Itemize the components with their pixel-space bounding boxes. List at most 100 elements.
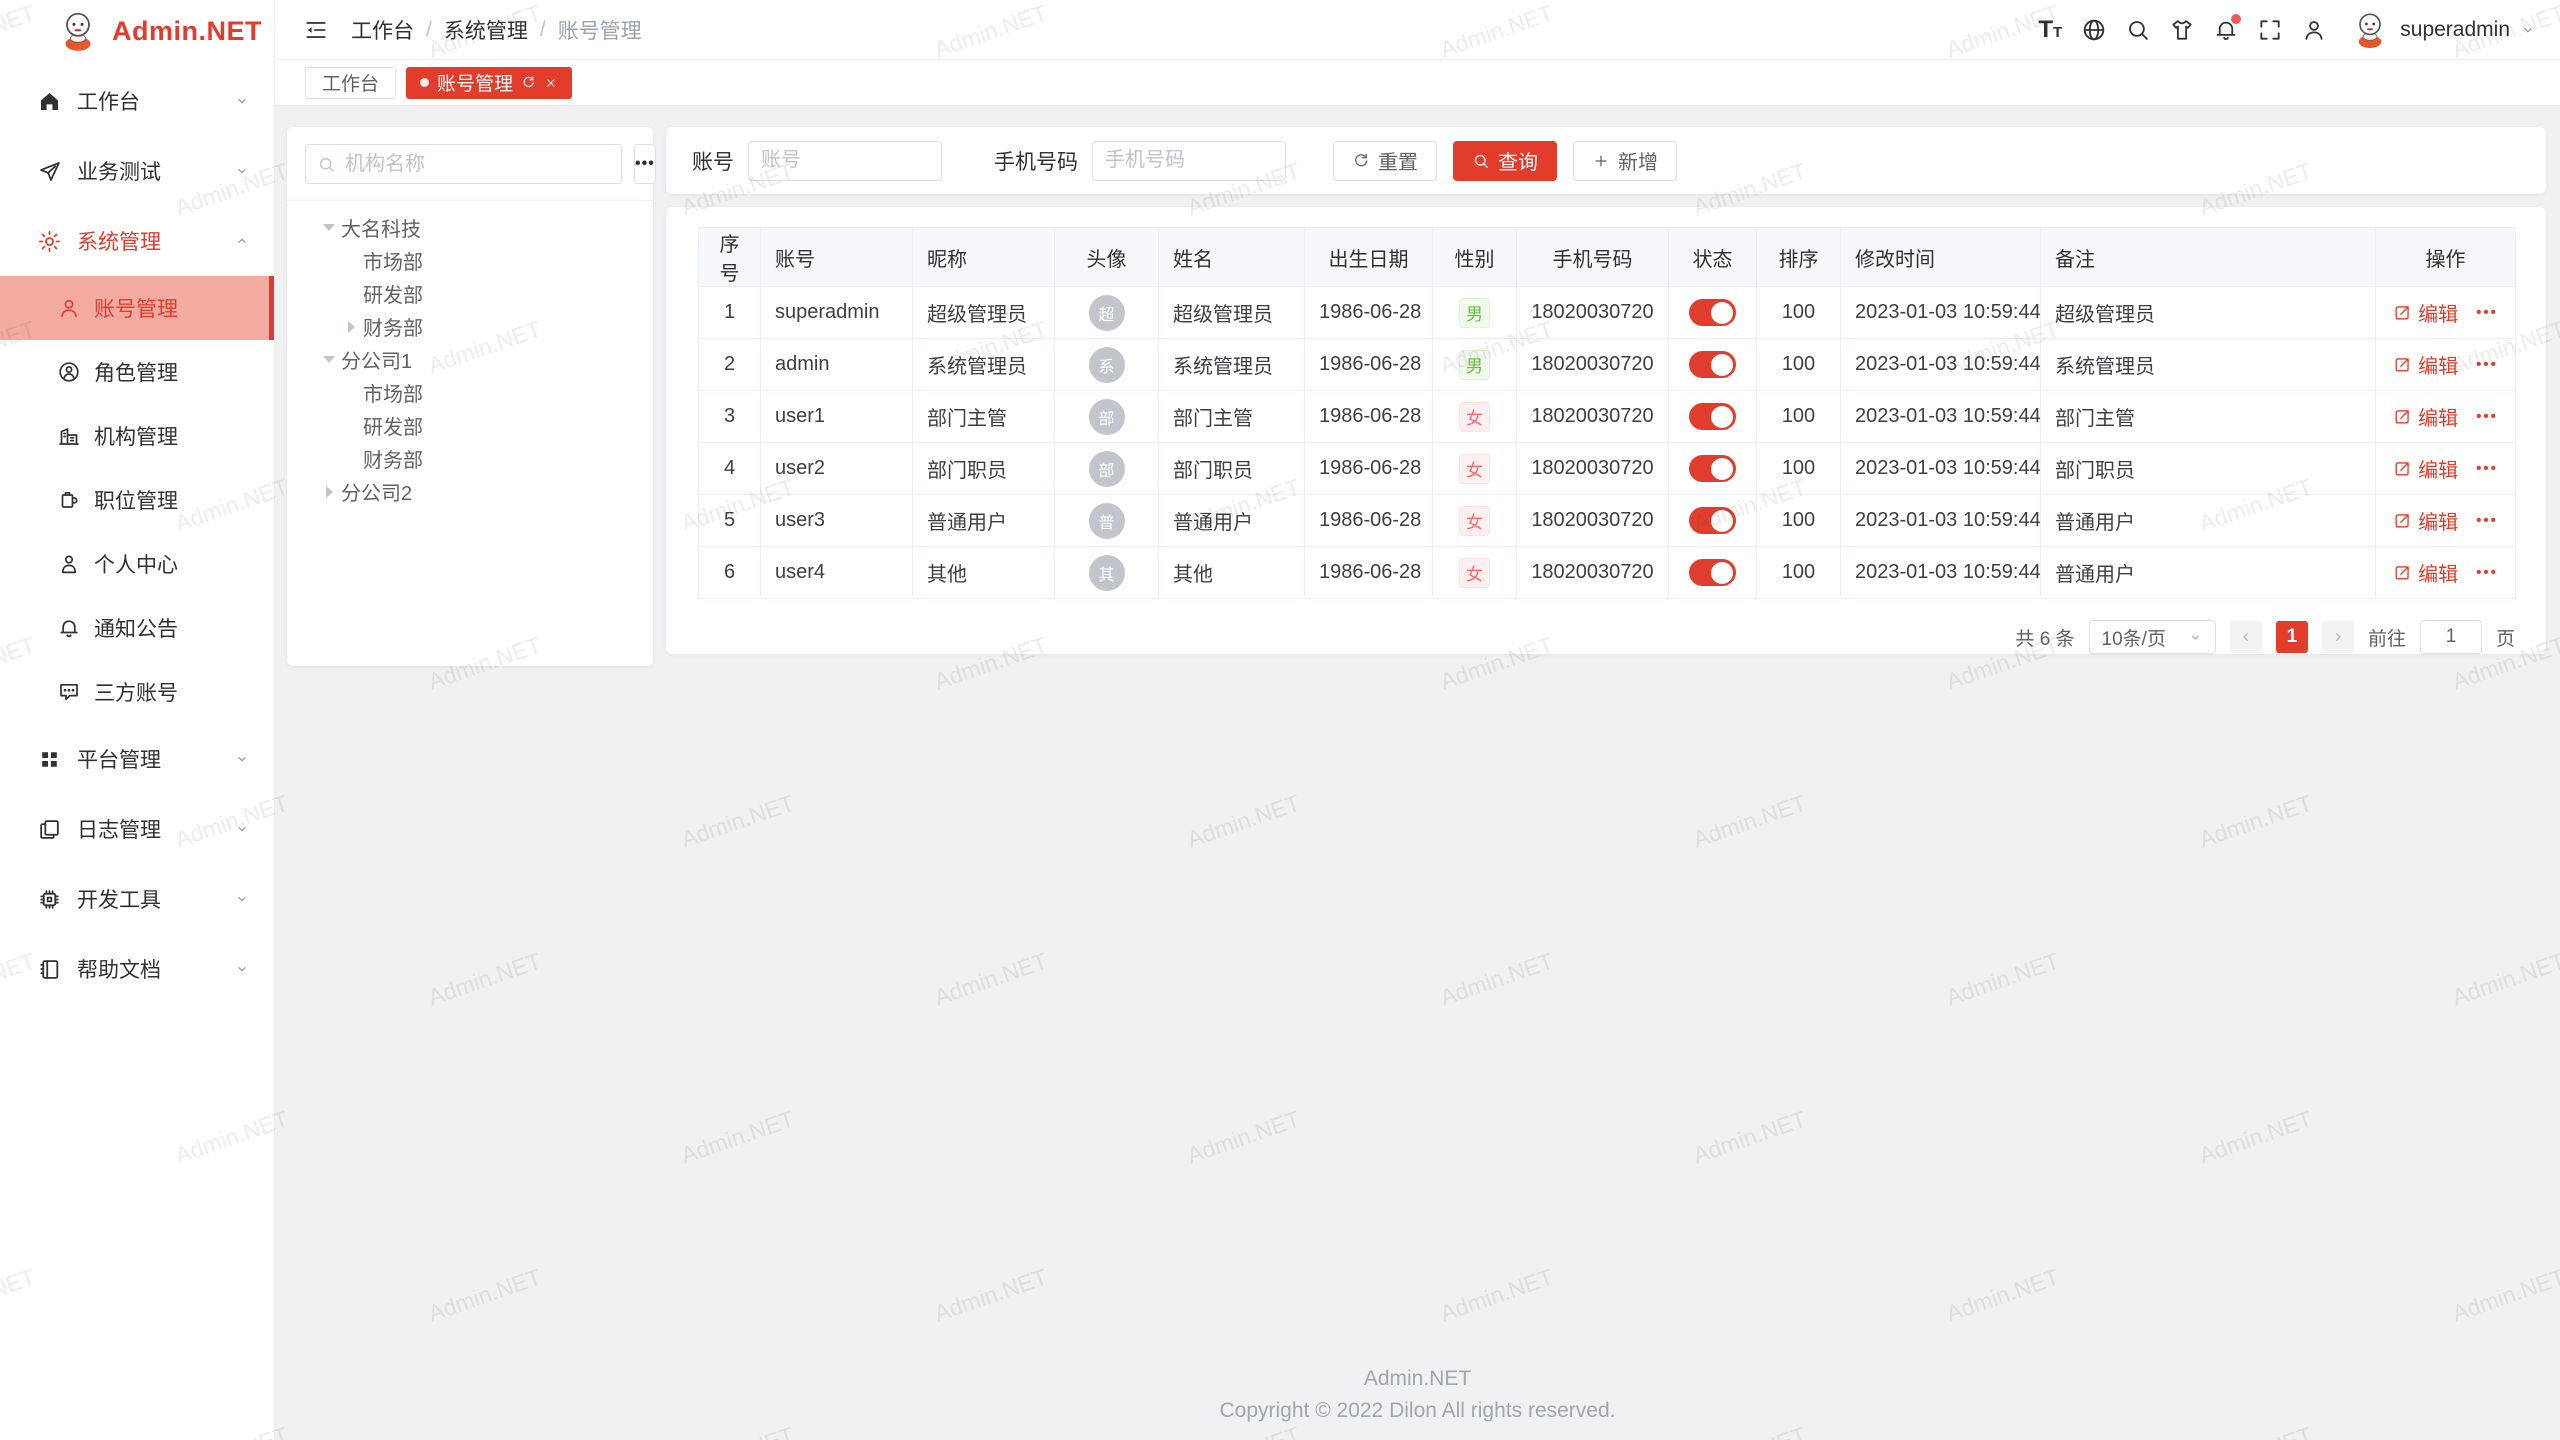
reset-button[interactable]: 重置 — [1333, 141, 1437, 181]
cell-status — [1669, 339, 1757, 391]
cell-gender: 女 — [1433, 547, 1517, 599]
edit-button[interactable]: 编辑 — [2393, 402, 2458, 431]
status-toggle[interactable] — [1689, 299, 1736, 326]
sidebar-item-third-account[interactable]: 三方账号 — [0, 660, 274, 724]
tree-node[interactable]: 研发部 — [305, 277, 635, 310]
tree-node[interactable]: 分公司1 — [305, 343, 635, 376]
more-actions-button[interactable]: ••• — [2476, 304, 2498, 321]
cell-account: user3 — [761, 495, 913, 547]
close-icon[interactable] — [544, 76, 558, 90]
sidebar-item-platform-mgmt[interactable]: 平台管理 — [0, 724, 274, 794]
notification-button[interactable] — [2204, 8, 2248, 52]
org-name-field[interactable] — [345, 153, 610, 176]
org-search-input[interactable] — [305, 144, 622, 184]
tree-caret-right-icon[interactable] — [339, 321, 363, 333]
breadcrumb-item[interactable]: 系统管理 — [444, 15, 528, 45]
cell-remark: 超级管理员 — [2041, 287, 2376, 339]
breadcrumb-separator: / — [540, 18, 546, 42]
operation-buttons: 编辑 ••• — [2393, 454, 2498, 483]
sidebar-item-account-mgmt[interactable]: 账号管理 — [0, 276, 274, 340]
cpu-icon — [37, 887, 62, 912]
operation-buttons: 编辑 ••• — [2393, 402, 2498, 431]
cell-operation: 编辑 ••• — [2376, 287, 2516, 339]
tree-caret-right-icon[interactable] — [317, 486, 341, 498]
cell-account: user1 — [761, 391, 913, 443]
edit-label: 编辑 — [2418, 350, 2458, 379]
breadcrumb-item: 账号管理 — [558, 15, 642, 45]
sidebar-item-notice[interactable]: 通知公告 — [0, 596, 274, 660]
refresh-icon[interactable] — [521, 75, 536, 90]
cell-phone: 18020030720 — [1517, 547, 1669, 599]
sidebar-item-org-mgmt[interactable]: 机构管理 — [0, 404, 274, 468]
footer-copyright: Copyright © 2022 Dilon All rights reserv… — [275, 1395, 2560, 1428]
search-button[interactable]: 查询 — [1453, 141, 1557, 181]
tab-workbench[interactable]: 工作台 — [305, 67, 396, 99]
edit-button[interactable]: 编辑 — [2393, 350, 2458, 379]
status-toggle[interactable] — [1689, 507, 1736, 534]
tree-node[interactable]: 市场部 — [305, 244, 635, 277]
sidebar-item-position-mgmt[interactable]: 职位管理 — [0, 468, 274, 532]
language-button[interactable] — [2072, 8, 2116, 52]
sidebar-item-help-docs[interactable]: 帮助文档 — [0, 934, 274, 1004]
page-size-select[interactable]: 10条/页 — [2089, 620, 2216, 654]
more-actions-button[interactable]: ••• — [2476, 512, 2498, 529]
logo[interactable]: Admin.NET — [0, 0, 274, 62]
prev-page-button[interactable] — [2230, 621, 2262, 653]
more-actions-button[interactable]: ••• — [2476, 564, 2498, 581]
cell-avatar: 其 — [1055, 547, 1159, 599]
collapse-sidebar-icon[interactable] — [303, 17, 329, 43]
tree-node[interactable]: 市场部 — [305, 376, 635, 409]
sidebar-item-dev-tools[interactable]: 开发工具 — [0, 864, 274, 934]
sidebar-item-label: 职位管理 — [94, 485, 178, 515]
more-actions-button[interactable]: ••• — [2476, 460, 2498, 477]
status-toggle[interactable] — [1689, 455, 1736, 482]
status-toggle[interactable] — [1689, 559, 1736, 586]
sidebar-item-role-mgmt[interactable]: 角色管理 — [0, 340, 274, 404]
cell-name: 部门主管 — [1159, 391, 1305, 443]
more-actions-button[interactable]: ••• — [2476, 408, 2498, 425]
search-button[interactable] — [2116, 8, 2160, 52]
cell-name: 其他 — [1159, 547, 1305, 599]
phone-input[interactable] — [1092, 141, 1286, 181]
cell-gender: 女 — [1433, 391, 1517, 443]
edit-button[interactable]: 编辑 — [2393, 506, 2458, 535]
tree-caret-down-icon[interactable] — [317, 356, 341, 363]
cell-nickname: 其他 — [913, 547, 1055, 599]
edit-icon — [2393, 459, 2412, 478]
cell-modified-time: 2023-01-03 10:59:44 — [1841, 391, 2041, 443]
goto-page-input[interactable] — [2420, 620, 2482, 654]
user-menu[interactable]: superadmin — [2350, 10, 2536, 50]
status-toggle[interactable] — [1689, 351, 1736, 378]
sidebar-item-profile-center[interactable]: 个人中心 — [0, 532, 274, 596]
account-input[interactable] — [748, 141, 942, 181]
tree-node[interactable]: 大名科技 — [305, 211, 635, 244]
font-size-button[interactable]: TT — [2028, 8, 2072, 52]
profile-button[interactable] — [2292, 8, 2336, 52]
edit-button[interactable]: 编辑 — [2393, 558, 2458, 587]
fullscreen-button[interactable] — [2248, 8, 2292, 52]
position-icon — [57, 488, 81, 512]
tree-caret-down-icon[interactable] — [317, 224, 341, 231]
tree-node[interactable]: 财务部 — [305, 310, 635, 343]
page-number-current[interactable]: 1 — [2276, 621, 2308, 653]
edit-button[interactable]: 编辑 — [2393, 454, 2458, 483]
next-page-button[interactable] — [2322, 621, 2354, 653]
theme-button[interactable] — [2160, 8, 2204, 52]
sidebar-item-business-test[interactable]: 业务测试 — [0, 136, 274, 206]
tree-node[interactable]: 财务部 — [305, 442, 635, 475]
tree-node[interactable]: 分公司2 — [305, 475, 635, 508]
more-actions-button[interactable]: ••• — [2476, 356, 2498, 373]
breadcrumb-item[interactable]: 工作台 — [351, 15, 414, 45]
sidebar-item-workbench[interactable]: 工作台 — [0, 66, 274, 136]
cell-avatar: 超 — [1055, 287, 1159, 339]
tree-node[interactable]: 研发部 — [305, 409, 635, 442]
table-row: 2admin系统管理员系系统管理员1986-06-28男180200307201… — [699, 339, 2516, 391]
sidebar-item-system-mgmt[interactable]: 系统管理 — [0, 206, 274, 276]
sidebar-item-log-mgmt[interactable]: 日志管理 — [0, 794, 274, 864]
add-button[interactable]: 新增 — [1573, 141, 1677, 181]
edit-label: 编辑 — [2418, 298, 2458, 327]
edit-button[interactable]: 编辑 — [2393, 298, 2458, 327]
status-toggle[interactable] — [1689, 403, 1736, 430]
tab-account-mgmt[interactable]: 账号管理 — [406, 67, 572, 99]
org-more-button[interactable]: ••• — [634, 144, 656, 184]
